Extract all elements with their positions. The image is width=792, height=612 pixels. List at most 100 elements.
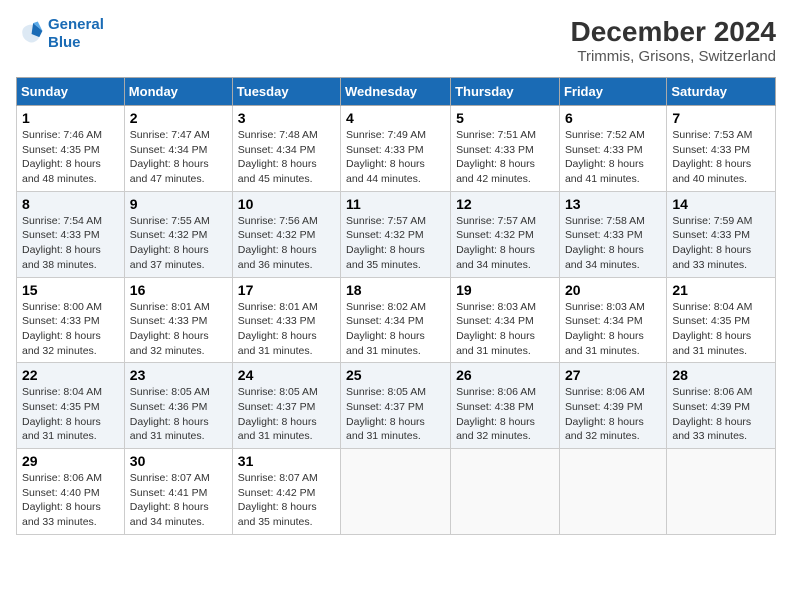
- day-number: 26: [456, 367, 554, 383]
- calendar-cell: 30 Sunrise: 8:07 AM Sunset: 4:41 PM Dayl…: [124, 449, 232, 535]
- day-info: Sunrise: 8:02 AM Sunset: 4:34 PM Dayligh…: [346, 300, 445, 359]
- calendar-cell: [667, 449, 776, 535]
- day-info: Sunrise: 7:56 AM Sunset: 4:32 PM Dayligh…: [238, 214, 335, 273]
- day-number: 10: [238, 196, 335, 212]
- calendar-cell: 19 Sunrise: 8:03 AM Sunset: 4:34 PM Dayl…: [451, 277, 560, 363]
- day-info: Sunrise: 8:05 AM Sunset: 4:37 PM Dayligh…: [346, 385, 445, 444]
- header-saturday: Saturday: [667, 78, 776, 106]
- day-info: Sunrise: 8:06 AM Sunset: 4:39 PM Dayligh…: [565, 385, 661, 444]
- calendar-cell: 10 Sunrise: 7:56 AM Sunset: 4:32 PM Dayl…: [232, 191, 340, 277]
- calendar-header-row: SundayMondayTuesdayWednesdayThursdayFrid…: [17, 78, 776, 106]
- calendar-cell: 12 Sunrise: 7:57 AM Sunset: 4:32 PM Dayl…: [451, 191, 560, 277]
- day-info: Sunrise: 8:03 AM Sunset: 4:34 PM Dayligh…: [456, 300, 554, 359]
- day-number: 22: [22, 367, 119, 383]
- calendar-week-row: 22 Sunrise: 8:04 AM Sunset: 4:35 PM Dayl…: [17, 363, 776, 449]
- logo-text: General Blue: [48, 16, 104, 52]
- day-info: Sunrise: 7:55 AM Sunset: 4:32 PM Dayligh…: [130, 214, 227, 273]
- day-number: 12: [456, 196, 554, 212]
- subtitle: Trimmis, Grisons, Switzerland: [571, 48, 776, 65]
- logo-icon: [16, 20, 44, 48]
- page-header: General Blue December 2024 Trimmis, Gris…: [16, 16, 776, 65]
- day-info: Sunrise: 8:05 AM Sunset: 4:37 PM Dayligh…: [238, 385, 335, 444]
- day-info: Sunrise: 8:04 AM Sunset: 4:35 PM Dayligh…: [22, 385, 119, 444]
- day-info: Sunrise: 7:57 AM Sunset: 4:32 PM Dayligh…: [456, 214, 554, 273]
- calendar-cell: [341, 449, 451, 535]
- day-info: Sunrise: 8:01 AM Sunset: 4:33 PM Dayligh…: [238, 300, 335, 359]
- day-number: 5: [456, 110, 554, 126]
- day-info: Sunrise: 8:00 AM Sunset: 4:33 PM Dayligh…: [22, 300, 119, 359]
- day-number: 25: [346, 367, 445, 383]
- day-info: Sunrise: 8:06 AM Sunset: 4:40 PM Dayligh…: [22, 471, 119, 530]
- day-number: 2: [130, 110, 227, 126]
- day-info: Sunrise: 7:53 AM Sunset: 4:33 PM Dayligh…: [672, 128, 770, 187]
- calendar-cell: [559, 449, 666, 535]
- calendar-cell: 7 Sunrise: 7:53 AM Sunset: 4:33 PM Dayli…: [667, 106, 776, 192]
- calendar-cell: 29 Sunrise: 8:06 AM Sunset: 4:40 PM Dayl…: [17, 449, 125, 535]
- day-info: Sunrise: 7:48 AM Sunset: 4:34 PM Dayligh…: [238, 128, 335, 187]
- calendar-cell: 17 Sunrise: 8:01 AM Sunset: 4:33 PM Dayl…: [232, 277, 340, 363]
- day-number: 24: [238, 367, 335, 383]
- calendar-cell: 5 Sunrise: 7:51 AM Sunset: 4:33 PM Dayli…: [451, 106, 560, 192]
- day-number: 18: [346, 282, 445, 298]
- day-number: 29: [22, 453, 119, 469]
- calendar-cell: 6 Sunrise: 7:52 AM Sunset: 4:33 PM Dayli…: [559, 106, 666, 192]
- day-number: 28: [672, 367, 770, 383]
- calendar-cell: 13 Sunrise: 7:58 AM Sunset: 4:33 PM Dayl…: [559, 191, 666, 277]
- day-info: Sunrise: 7:51 AM Sunset: 4:33 PM Dayligh…: [456, 128, 554, 187]
- day-number: 9: [130, 196, 227, 212]
- main-title: December 2024: [571, 16, 776, 48]
- calendar-cell: 14 Sunrise: 7:59 AM Sunset: 4:33 PM Dayl…: [667, 191, 776, 277]
- day-number: 31: [238, 453, 335, 469]
- calendar-cell: 4 Sunrise: 7:49 AM Sunset: 4:33 PM Dayli…: [341, 106, 451, 192]
- calendar-cell: 15 Sunrise: 8:00 AM Sunset: 4:33 PM Dayl…: [17, 277, 125, 363]
- day-number: 7: [672, 110, 770, 126]
- calendar-cell: 26 Sunrise: 8:06 AM Sunset: 4:38 PM Dayl…: [451, 363, 560, 449]
- header-thursday: Thursday: [451, 78, 560, 106]
- day-info: Sunrise: 8:05 AM Sunset: 4:36 PM Dayligh…: [130, 385, 227, 444]
- day-info: Sunrise: 7:47 AM Sunset: 4:34 PM Dayligh…: [130, 128, 227, 187]
- day-info: Sunrise: 8:06 AM Sunset: 4:39 PM Dayligh…: [672, 385, 770, 444]
- day-number: 27: [565, 367, 661, 383]
- day-info: Sunrise: 7:57 AM Sunset: 4:32 PM Dayligh…: [346, 214, 445, 273]
- day-info: Sunrise: 8:04 AM Sunset: 4:35 PM Dayligh…: [672, 300, 770, 359]
- calendar-cell: 23 Sunrise: 8:05 AM Sunset: 4:36 PM Dayl…: [124, 363, 232, 449]
- calendar-week-row: 15 Sunrise: 8:00 AM Sunset: 4:33 PM Dayl…: [17, 277, 776, 363]
- day-number: 30: [130, 453, 227, 469]
- calendar-cell: 9 Sunrise: 7:55 AM Sunset: 4:32 PM Dayli…: [124, 191, 232, 277]
- calendar-cell: 22 Sunrise: 8:04 AM Sunset: 4:35 PM Dayl…: [17, 363, 125, 449]
- header-wednesday: Wednesday: [341, 78, 451, 106]
- calendar-cell: 25 Sunrise: 8:05 AM Sunset: 4:37 PM Dayl…: [341, 363, 451, 449]
- day-info: Sunrise: 7:59 AM Sunset: 4:33 PM Dayligh…: [672, 214, 770, 273]
- calendar-cell: 20 Sunrise: 8:03 AM Sunset: 4:34 PM Dayl…: [559, 277, 666, 363]
- header-tuesday: Tuesday: [232, 78, 340, 106]
- calendar-cell: 24 Sunrise: 8:05 AM Sunset: 4:37 PM Dayl…: [232, 363, 340, 449]
- day-info: Sunrise: 8:06 AM Sunset: 4:38 PM Dayligh…: [456, 385, 554, 444]
- day-info: Sunrise: 7:49 AM Sunset: 4:33 PM Dayligh…: [346, 128, 445, 187]
- day-info: Sunrise: 8:01 AM Sunset: 4:33 PM Dayligh…: [130, 300, 227, 359]
- calendar-cell: 8 Sunrise: 7:54 AM Sunset: 4:33 PM Dayli…: [17, 191, 125, 277]
- day-info: Sunrise: 8:07 AM Sunset: 4:42 PM Dayligh…: [238, 471, 335, 530]
- day-number: 11: [346, 196, 445, 212]
- day-number: 13: [565, 196, 661, 212]
- day-info: Sunrise: 8:03 AM Sunset: 4:34 PM Dayligh…: [565, 300, 661, 359]
- day-number: 14: [672, 196, 770, 212]
- day-number: 6: [565, 110, 661, 126]
- day-number: 8: [22, 196, 119, 212]
- day-number: 23: [130, 367, 227, 383]
- calendar-cell: 2 Sunrise: 7:47 AM Sunset: 4:34 PM Dayli…: [124, 106, 232, 192]
- day-number: 15: [22, 282, 119, 298]
- calendar-cell: 11 Sunrise: 7:57 AM Sunset: 4:32 PM Dayl…: [341, 191, 451, 277]
- day-number: 17: [238, 282, 335, 298]
- header-sunday: Sunday: [17, 78, 125, 106]
- title-block: December 2024 Trimmis, Grisons, Switzerl…: [571, 16, 776, 65]
- day-info: Sunrise: 7:54 AM Sunset: 4:33 PM Dayligh…: [22, 214, 119, 273]
- calendar-week-row: 29 Sunrise: 8:06 AM Sunset: 4:40 PM Dayl…: [17, 449, 776, 535]
- day-number: 20: [565, 282, 661, 298]
- day-number: 1: [22, 110, 119, 126]
- logo: General Blue: [16, 16, 104, 52]
- calendar-cell: 28 Sunrise: 8:06 AM Sunset: 4:39 PM Dayl…: [667, 363, 776, 449]
- day-number: 3: [238, 110, 335, 126]
- day-info: Sunrise: 7:46 AM Sunset: 4:35 PM Dayligh…: [22, 128, 119, 187]
- calendar-week-row: 8 Sunrise: 7:54 AM Sunset: 4:33 PM Dayli…: [17, 191, 776, 277]
- day-info: Sunrise: 7:58 AM Sunset: 4:33 PM Dayligh…: [565, 214, 661, 273]
